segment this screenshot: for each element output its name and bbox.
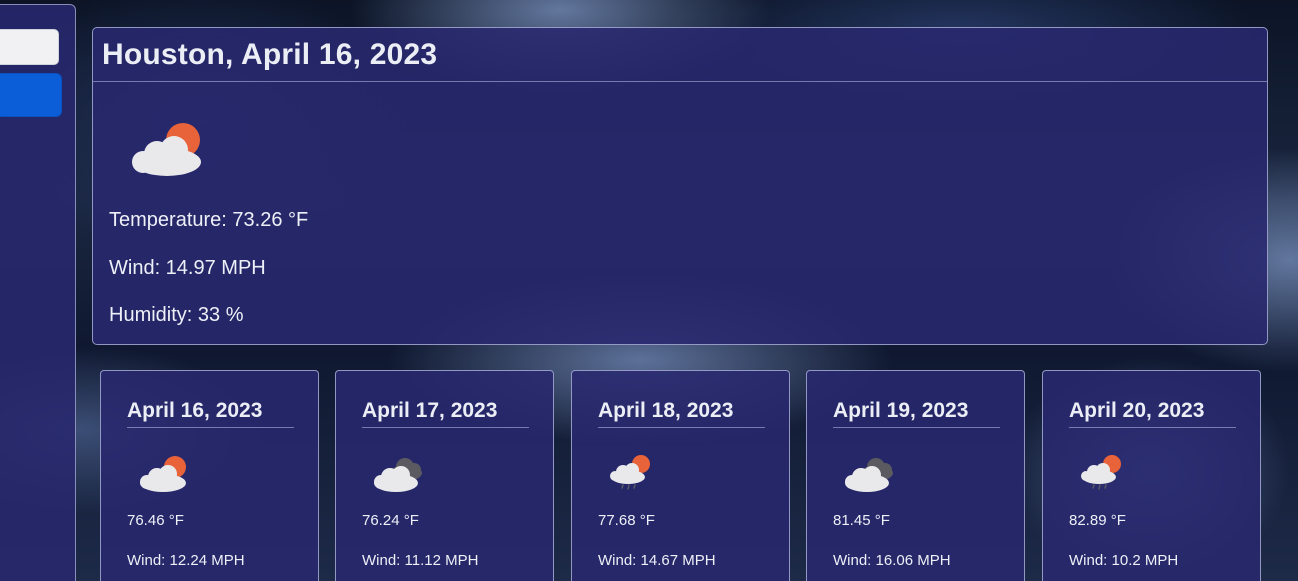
current-temperature: Temperature: 73.26 °F: [109, 209, 309, 231]
partly-cloudy-day-icon: [132, 123, 201, 176]
forecast-temperature: 76.46 °F: [127, 512, 184, 529]
overcast-clouds-icon: [845, 458, 893, 492]
forecast-temperature: 76.24 °F: [362, 512, 419, 529]
forecast-card: April 20, 2023 82.89 °F Wind: 10.2 MPH: [1042, 370, 1261, 581]
forecast-card: April 17, 2023 76.24 °F Wind: 11.12 MPH: [335, 370, 554, 581]
forecast-date: April 18, 2023: [598, 399, 765, 428]
forecast-wind: Wind: 11.12 MPH: [362, 552, 479, 569]
forecast-temperature: 81.45 °F: [833, 512, 890, 529]
forecast-date: April 19, 2023: [833, 399, 1000, 428]
search-button[interactable]: [0, 73, 62, 117]
forecast-temperature: 77.68 °F: [598, 512, 655, 529]
overcast-clouds-icon: [374, 458, 422, 492]
current-weather-header: Houston, April 16, 2023: [93, 28, 1267, 82]
partly-cloudy-day-icon: [140, 456, 186, 492]
forecast-wind: Wind: 10.2 MPH: [1069, 552, 1179, 569]
current-wind: Wind: 14.97 MPH: [109, 257, 266, 279]
current-weather-card: Houston, April 16, 2023 Temperature: 73.…: [92, 27, 1268, 345]
light-rain-icon: [1081, 455, 1121, 490]
forecast-temperature: 82.89 °F: [1069, 512, 1126, 529]
forecast-card: April 19, 2023 81.45 °F Wind: 16.06 MPH: [806, 370, 1025, 581]
forecast-date: April 20, 2023: [1069, 399, 1236, 428]
current-humidity: Humidity: 33 %: [109, 304, 244, 326]
light-rain-icon: [610, 455, 650, 490]
city-search-input[interactable]: [0, 29, 59, 65]
forecast-wind: Wind: 16.06 MPH: [833, 552, 951, 569]
forecast-wind: Wind: 14.67 MPH: [598, 552, 716, 569]
city-date-title: Houston, April 16, 2023: [102, 37, 438, 71]
sidebar: [0, 4, 76, 581]
forecast-card: April 18, 2023 77.68 °F Wind: 14.67 MPH: [571, 370, 790, 581]
forecast-date: April 17, 2023: [362, 399, 529, 428]
forecast-wind: Wind: 12.24 MPH: [127, 552, 245, 569]
forecast-card: April 16, 2023 76.46 °F Wind: 12.24 MPH: [100, 370, 319, 581]
forecast-date: April 16, 2023: [127, 399, 294, 428]
